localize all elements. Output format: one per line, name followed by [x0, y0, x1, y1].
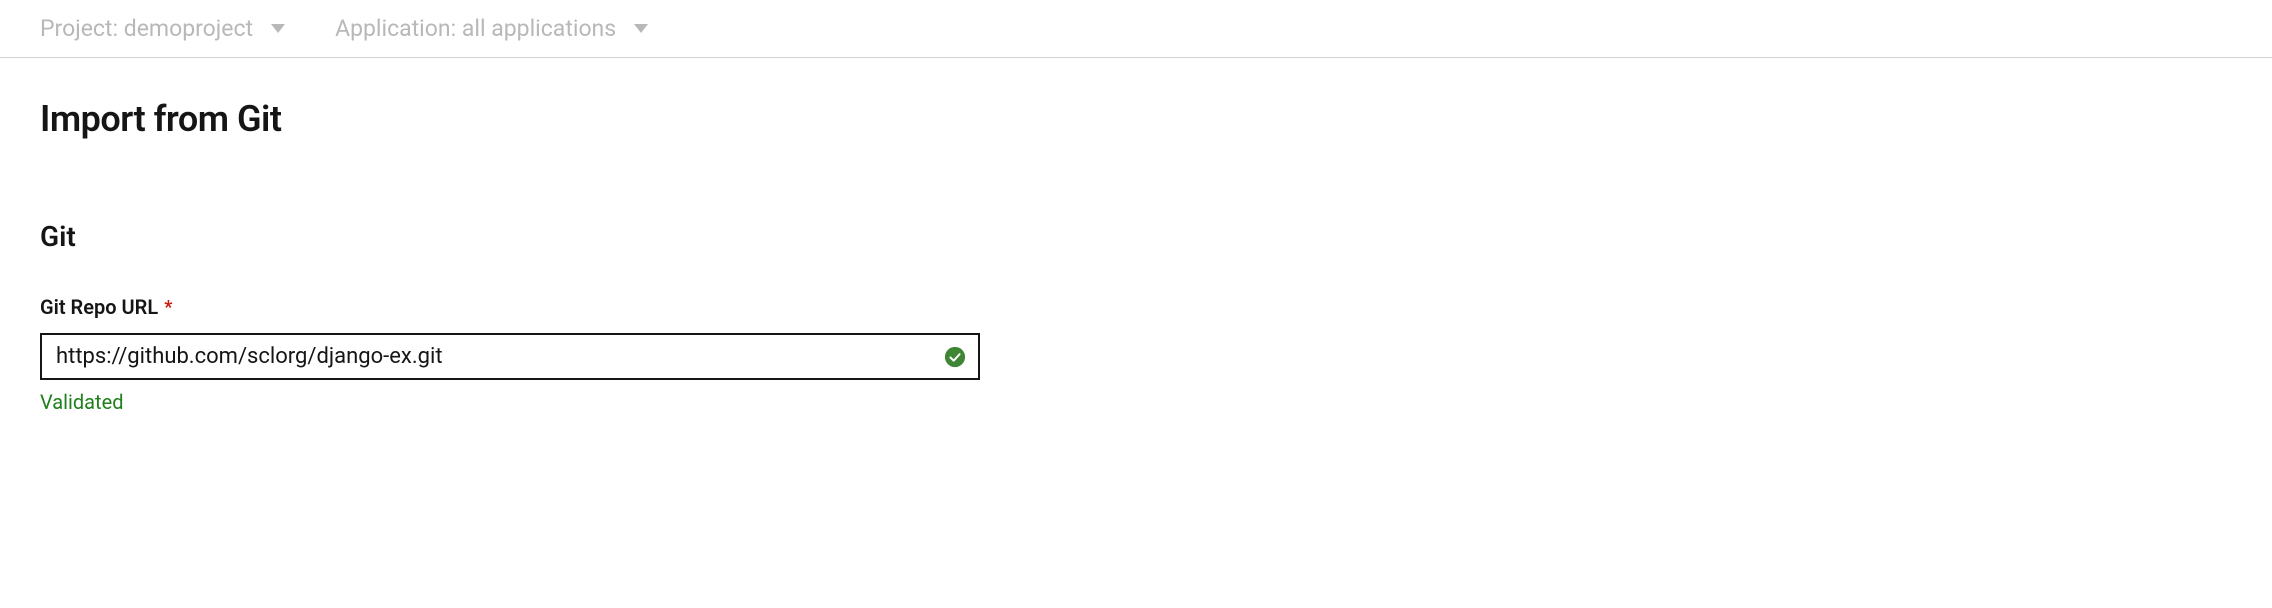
- caret-down-icon: [271, 24, 285, 33]
- git-repo-url-input-wrapper: [40, 333, 980, 380]
- git-repo-url-label: Git Repo URL: [40, 295, 158, 319]
- content-area: Import from Git Git Git Repo URL * Valid…: [0, 58, 2272, 414]
- section-title: Git: [40, 220, 2232, 253]
- page-title: Import from Git: [40, 98, 2232, 140]
- application-selector-label: Application: all applications: [335, 15, 616, 42]
- project-selector-label: Project: demoproject: [40, 15, 253, 42]
- project-selector[interactable]: Project: demoproject: [40, 15, 285, 42]
- required-asterisk: *: [164, 297, 172, 318]
- validation-check-icon: [944, 346, 966, 368]
- git-repo-url-label-row: Git Repo URL *: [40, 295, 980, 319]
- application-selector[interactable]: Application: all applications: [335, 15, 648, 42]
- topbar: Project: demoproject Application: all ap…: [0, 0, 2272, 58]
- caret-down-icon: [634, 24, 648, 33]
- git-repo-url-input[interactable]: [40, 333, 980, 380]
- validation-status: Validated: [40, 390, 980, 414]
- git-repo-url-group: Git Repo URL * Validated: [40, 295, 980, 414]
